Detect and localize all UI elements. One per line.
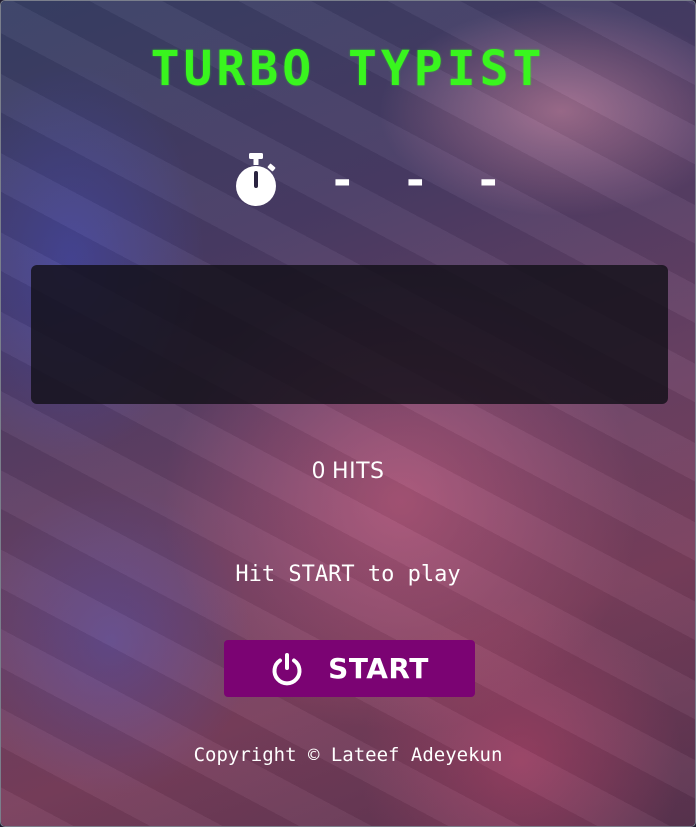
- word-display-panel: [31, 265, 668, 404]
- hits-count: 0: [311, 459, 327, 484]
- hits-label: HITS: [332, 459, 385, 484]
- hits-counter: 0 HITS: [1, 459, 695, 484]
- start-button[interactable]: START: [224, 640, 475, 697]
- keyboard-background-image: [1, 1, 695, 826]
- start-button-label: START: [328, 652, 429, 685]
- status-message: Hit START to play: [235, 562, 461, 587]
- copyright-text: Copyright © Lateef Adeyekun: [193, 744, 503, 766]
- power-icon: [272, 652, 302, 685]
- timer-value: - - -: [329, 155, 512, 206]
- timer: - - -: [233, 151, 511, 211]
- game-container: TURBO TYPIST - - - 0 HITS Hit START to pl…: [0, 0, 696, 827]
- stopwatch-icon: [236, 153, 276, 206]
- game-title: TURBO TYPIST: [150, 41, 546, 97]
